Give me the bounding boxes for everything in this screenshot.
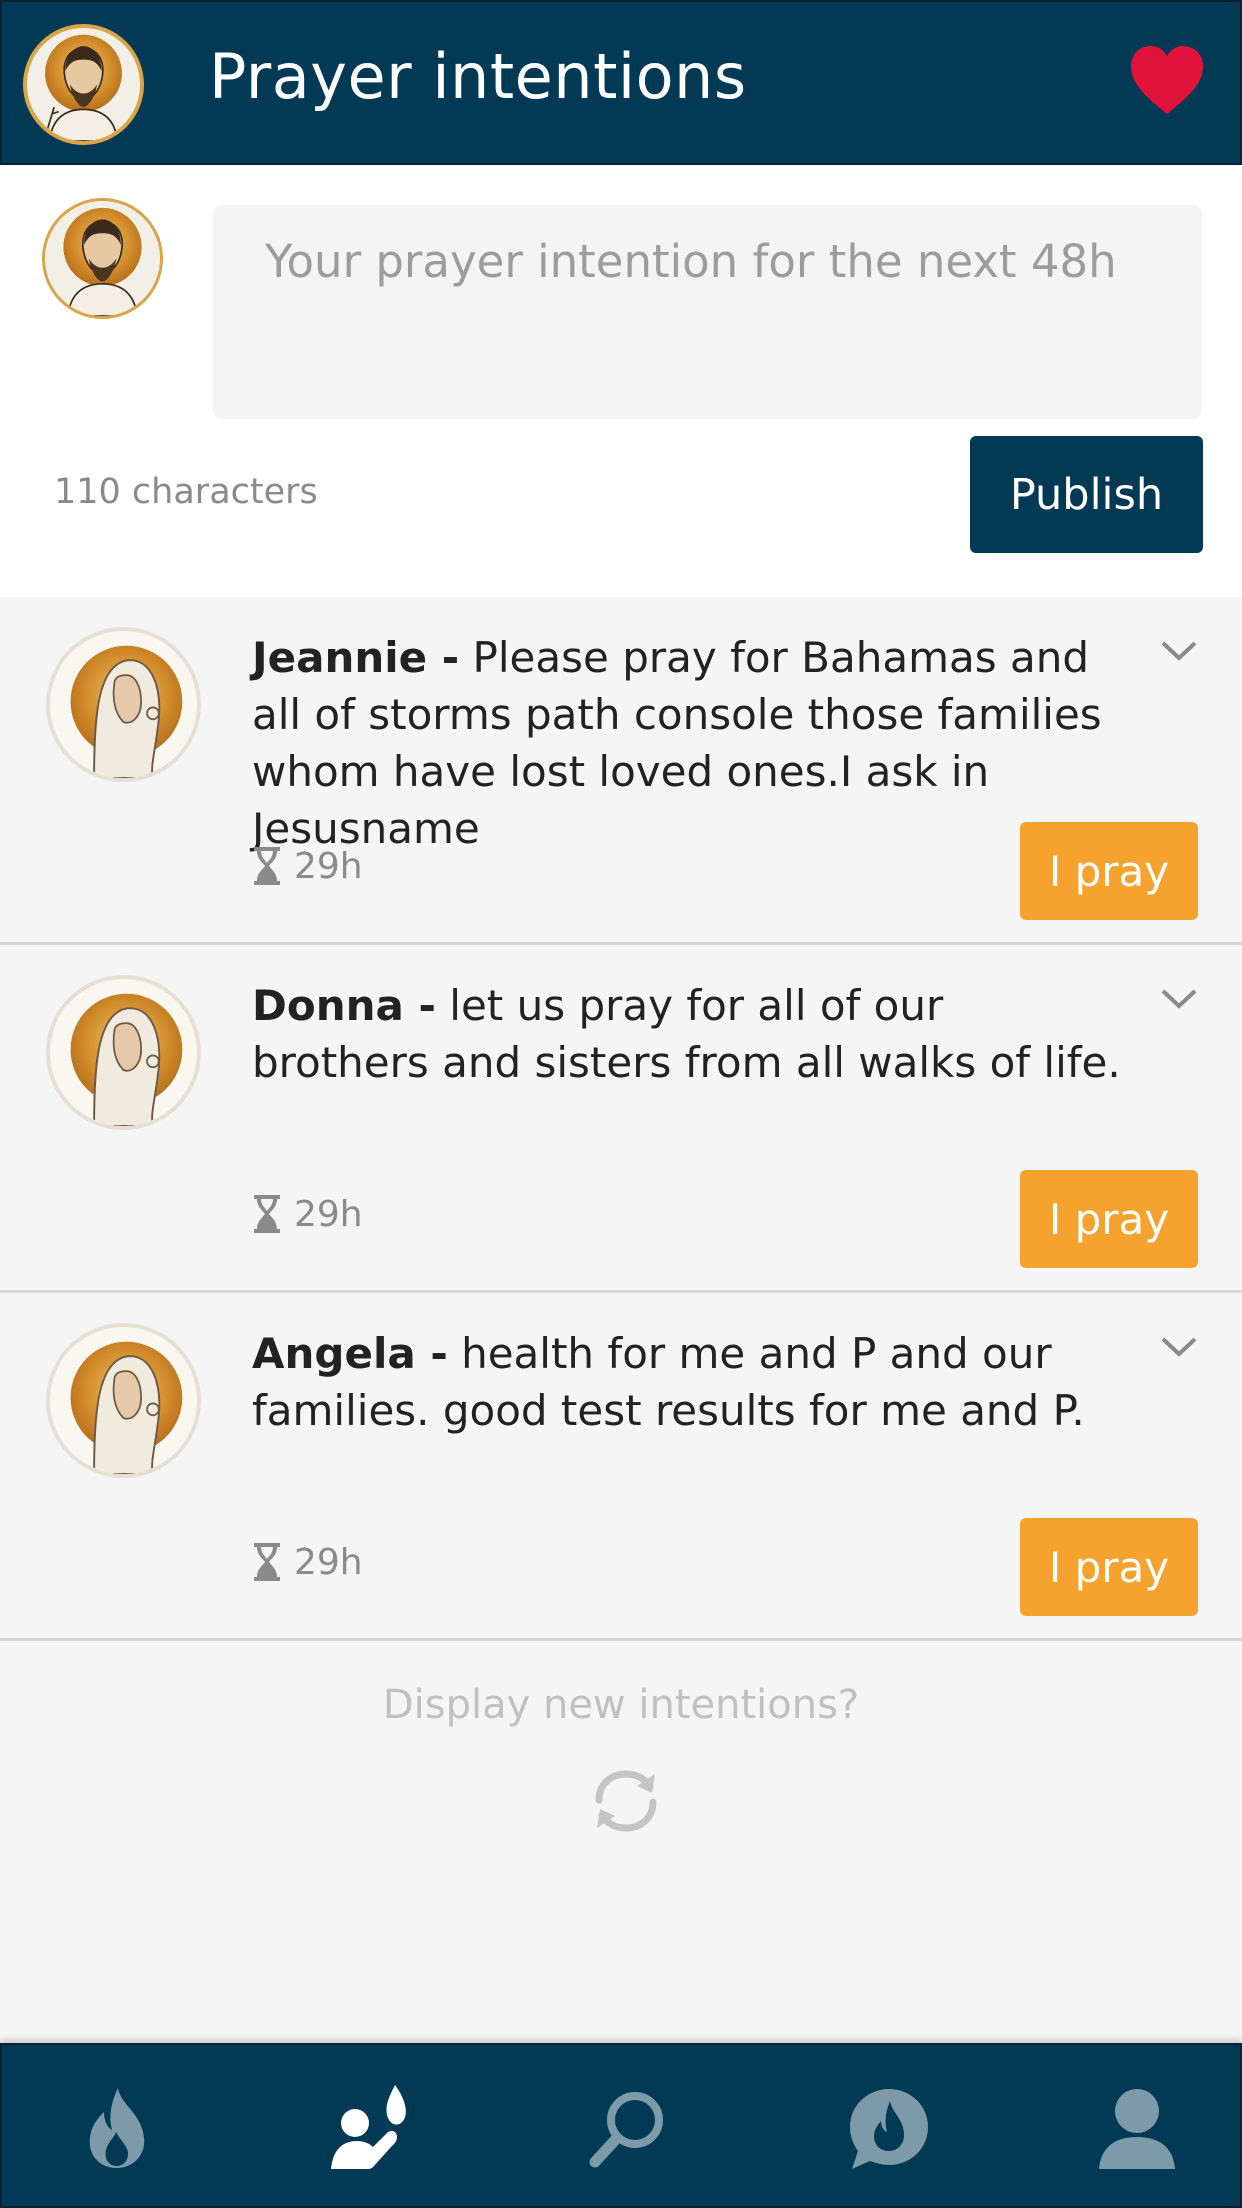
intention-item: Donna - let us pray for all of our broth… bbox=[0, 945, 1242, 1293]
author-name: Angela - bbox=[252, 1329, 448, 1378]
app-header: Prayer intentions bbox=[0, 0, 1242, 165]
intention-item: Angela - health for me and P and our fam… bbox=[0, 1293, 1242, 1641]
intention-input[interactable] bbox=[213, 205, 1202, 419]
time-remaining: 29h bbox=[252, 1541, 363, 1583]
praying-person-icon bbox=[331, 2085, 406, 2169]
search-icon bbox=[589, 2092, 663, 2168]
chevron-down-icon[interactable] bbox=[1160, 1335, 1198, 1359]
time-left-label: 29h bbox=[294, 1541, 363, 1583]
favorites-button[interactable] bbox=[1127, 44, 1207, 118]
char-counter: 110 characters bbox=[54, 472, 318, 512]
flame-icon bbox=[89, 2088, 145, 2168]
i-pray-button[interactable]: I pray bbox=[1020, 1170, 1198, 1268]
time-left-label: 29h bbox=[294, 845, 363, 887]
nav-flame[interactable] bbox=[72, 2083, 162, 2173]
display-new-intentions-link[interactable]: Display new intentions? bbox=[0, 1682, 1242, 1728]
compose-panel: 110 characters Publish bbox=[0, 165, 1242, 597]
time-left-label: 29h bbox=[294, 1193, 363, 1235]
author-name: Jeannie - bbox=[252, 633, 460, 682]
chevron-down-icon[interactable] bbox=[1160, 639, 1198, 663]
heart-icon bbox=[1131, 46, 1203, 114]
hourglass-icon bbox=[254, 1195, 280, 1233]
nav-community[interactable] bbox=[844, 2083, 934, 2173]
i-pray-button[interactable]: I pray bbox=[1020, 1518, 1198, 1616]
avatar bbox=[46, 627, 201, 782]
avatar bbox=[46, 1323, 201, 1478]
avatar bbox=[46, 975, 201, 1130]
saint-avatar[interactable] bbox=[23, 24, 144, 145]
time-remaining: 29h bbox=[252, 845, 363, 887]
hourglass-icon bbox=[254, 847, 280, 885]
refresh-icon[interactable] bbox=[585, 1766, 667, 1836]
time-remaining: 29h bbox=[252, 1193, 363, 1235]
i-pray-button[interactable]: I pray bbox=[1020, 822, 1198, 920]
nav-search[interactable] bbox=[582, 2083, 672, 2173]
user-avatar bbox=[42, 198, 163, 319]
author-name: Donna - bbox=[252, 981, 436, 1030]
chevron-down-icon[interactable] bbox=[1160, 987, 1198, 1011]
chat-flame-icon bbox=[850, 2089, 928, 2169]
publish-button[interactable]: Publish bbox=[970, 436, 1203, 553]
bottom-nav bbox=[0, 2043, 1242, 2208]
hourglass-icon bbox=[254, 1543, 280, 1581]
page-title: Prayer intentions bbox=[209, 40, 747, 113]
nav-profile[interactable] bbox=[1092, 2083, 1182, 2173]
intention-item: Jeannie - Please pray for Bahamas and al… bbox=[0, 597, 1242, 945]
nav-intentions[interactable] bbox=[327, 2083, 417, 2173]
profile-icon bbox=[1099, 2089, 1175, 2169]
